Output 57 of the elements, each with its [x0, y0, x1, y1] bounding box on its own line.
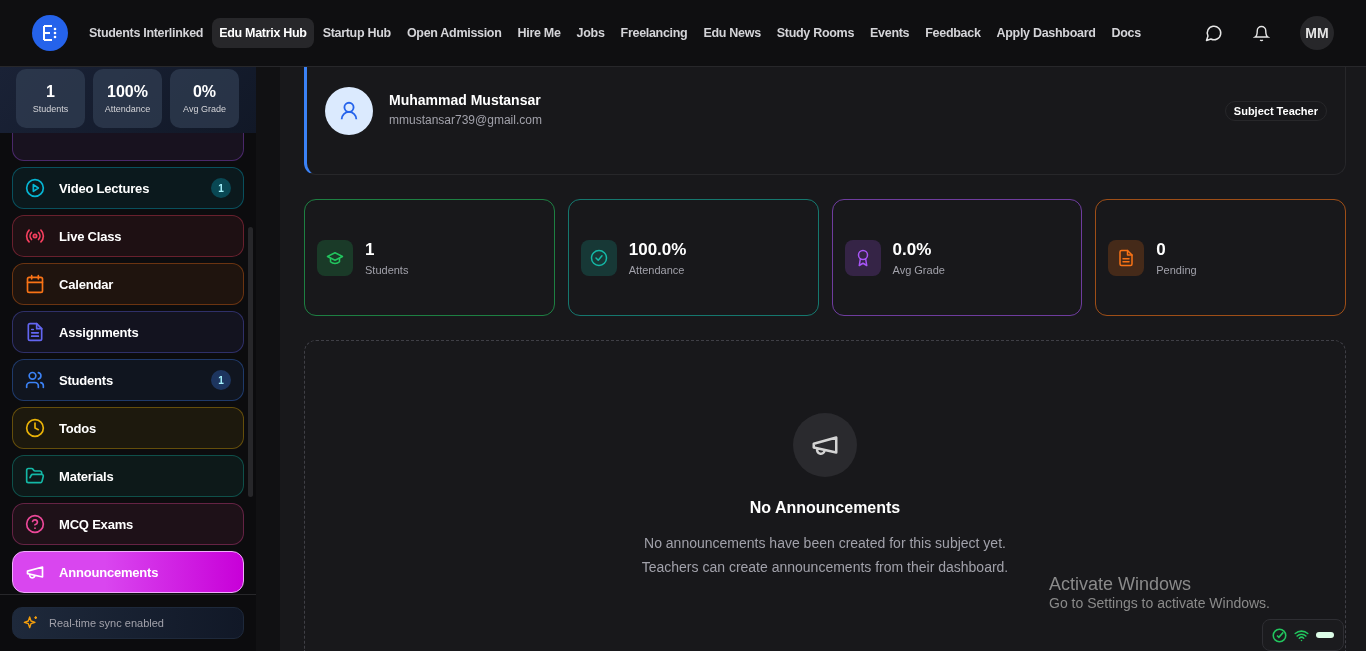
stat-label: Attendance	[104, 104, 151, 114]
logo-icon[interactable]	[32, 15, 68, 51]
sidebar-item[interactable]: Live Class	[12, 215, 244, 257]
nav-link[interactable]: Events	[863, 18, 917, 48]
stat-value: 0	[1156, 239, 1167, 260]
stat-value: 100.0%	[628, 239, 687, 260]
check-circle-icon	[1272, 627, 1288, 643]
stat-value: 100%	[107, 83, 148, 101]
stat-label: Students	[32, 104, 69, 114]
teacher-email: mmustansar739@gmail.com	[389, 113, 542, 127]
stat-label: Avg Grade	[183, 104, 226, 114]
avatar-button[interactable]: MM	[1300, 16, 1334, 50]
nav-link[interactable]: Students Interlinked	[82, 18, 211, 48]
empty-message: Teachers can create announcements from their dashboard.	[641, 558, 1009, 577]
sidebar-item[interactable]: MCQ Exams	[12, 503, 244, 545]
empty-message: No announcements have been created for this subject yet.	[644, 534, 1006, 553]
stat-label: Avg Grade	[892, 263, 945, 276]
stat-label: Pending	[1156, 263, 1197, 276]
sidebar-item[interactable]: Students 1	[12, 359, 244, 401]
nav-link[interactable]: Hire Me	[510, 18, 568, 48]
nav-link[interactable]: Freelancing	[613, 18, 695, 48]
user-avatar-icon	[325, 87, 373, 135]
sidebar-item[interactable]: Video Lectures 1	[12, 167, 244, 209]
stat-value: 1	[365, 239, 376, 260]
sidebar-item[interactable]: Calendar	[12, 263, 244, 305]
nav-link[interactable]: Jobs	[569, 18, 612, 48]
chat-icon[interactable]	[1205, 24, 1223, 42]
nav-link[interactable]: Apply Dashboard	[989, 18, 1103, 48]
count-badge: 1	[211, 178, 231, 198]
stat-label: Students	[365, 263, 409, 276]
graduation-cap-icon	[317, 239, 353, 276]
empty-title: No Announcements	[749, 499, 901, 517]
stat-value: 0%	[192, 83, 217, 101]
sparkles-icon	[23, 615, 39, 631]
stat-value: 0.0%	[892, 239, 933, 260]
activation-title: Activate Windows	[1049, 574, 1193, 595]
nav-link[interactable]: Startup Hub	[315, 18, 398, 48]
stat-value: 1	[46, 83, 55, 101]
sidebar-item[interactable]: Assignments	[12, 311, 244, 353]
activation-text: Go to Settings to activate Windows.	[1049, 595, 1270, 611]
teacher-name: Muhammad Mustansar	[389, 92, 542, 108]
award-icon	[844, 239, 881, 276]
document-icon	[1108, 239, 1145, 276]
sidebar-item[interactable]: Todos	[12, 407, 244, 449]
count-badge: 1	[211, 370, 231, 390]
nav-link[interactable]: Edu News	[696, 18, 768, 48]
bell-icon[interactable]	[1253, 24, 1270, 42]
wifi-icon	[1294, 627, 1309, 643]
nav-link[interactable]: Feedback	[918, 18, 988, 48]
sidebar-item[interactable]: Materials	[12, 455, 244, 497]
toggle-icon	[1315, 632, 1334, 638]
stat-label: Attendance	[628, 263, 686, 276]
sync-text: Real-time sync enabled	[49, 617, 164, 629]
nav-link[interactable]: Study Rooms	[769, 18, 862, 48]
nav-link[interactable]: Edu Matrix Hub	[212, 18, 314, 48]
nav-link[interactable]: Docs	[1104, 18, 1148, 48]
nav-link[interactable]: Open Admission	[399, 18, 509, 48]
